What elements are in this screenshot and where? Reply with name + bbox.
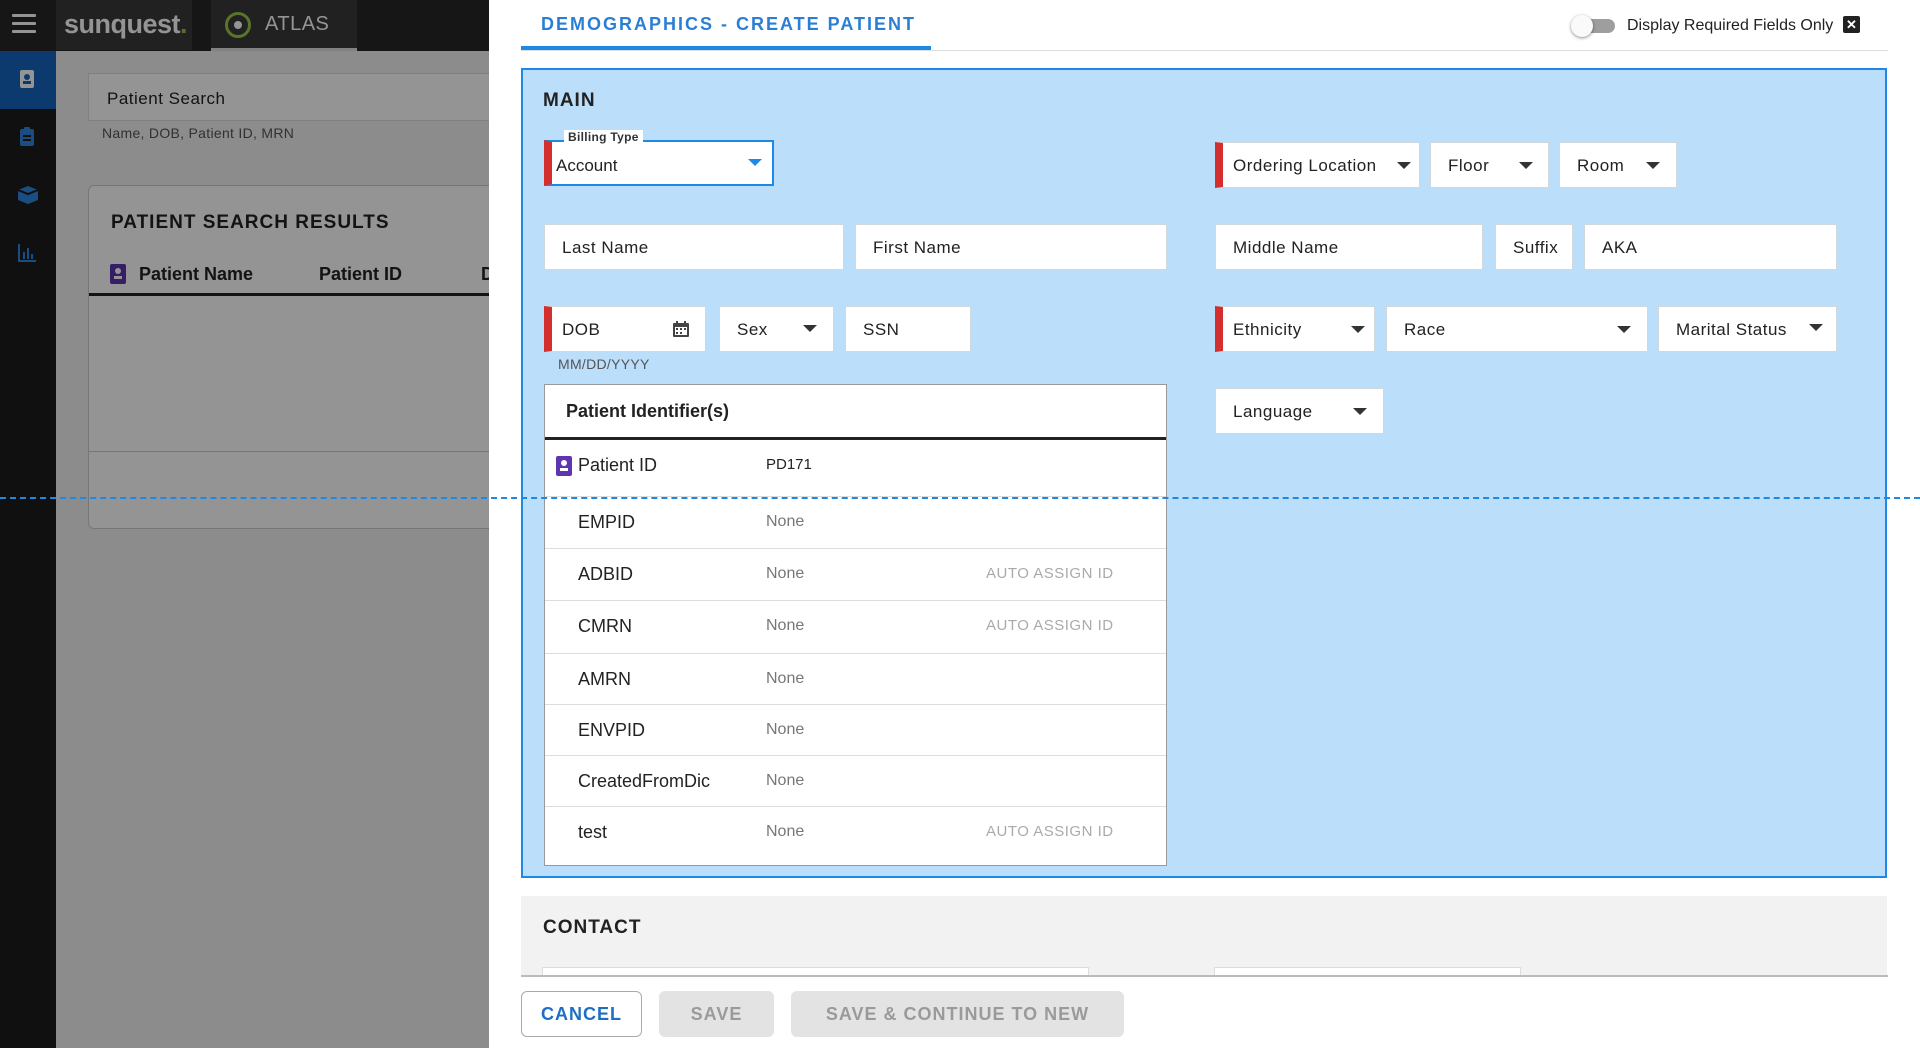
table-row[interactable]: EMPID None xyxy=(545,497,1166,549)
aka-input[interactable]: AKA xyxy=(1584,224,1837,270)
auto-assign-id-button[interactable]: AUTO ASSIGN ID xyxy=(986,565,1114,582)
section-title-main: MAIN xyxy=(543,90,596,111)
ordering-location-select[interactable]: Ordering Location xyxy=(1215,142,1420,188)
chevron-down-icon xyxy=(1809,324,1823,331)
close-icon[interactable]: ✕ xyxy=(1843,16,1860,33)
modal-backdrop[interactable] xyxy=(0,0,489,1048)
ssn-input[interactable]: SSN xyxy=(845,306,971,352)
suffix-input[interactable]: Suffix xyxy=(1495,224,1573,270)
chevron-down-icon xyxy=(1397,162,1411,169)
table-row[interactable]: ADBID None AUTO ASSIGN ID xyxy=(545,549,1166,601)
chevron-down-icon xyxy=(1351,326,1365,333)
room-select[interactable]: Room xyxy=(1559,142,1677,188)
table-row[interactable]: Patient ID PD171 xyxy=(545,440,1166,497)
section-title-contact: CONTACT xyxy=(543,917,642,938)
toggle-knob xyxy=(1571,15,1593,37)
chevron-down-icon xyxy=(1519,162,1533,169)
modal-footer: CANCEL SAVE SAVE & CONTINUE TO NEW ORDER xyxy=(489,977,1920,1048)
tab-demographics-label: DEMOGRAPHICS - CREATE PATIENT xyxy=(541,14,917,34)
last-name-input[interactable]: Last Name xyxy=(544,224,844,270)
chevron-down-icon xyxy=(748,159,762,166)
auto-assign-id-button[interactable]: AUTO ASSIGN ID xyxy=(986,617,1114,634)
background-app: sunquest. ATLAS Patient Search Name, DOB… xyxy=(0,0,489,1048)
marital-status-select[interactable]: Marital Status xyxy=(1658,306,1837,352)
first-name-input[interactable]: First Name xyxy=(855,224,1167,270)
dob-input[interactable]: DOB xyxy=(544,306,706,352)
table-row[interactable]: test None AUTO ASSIGN ID xyxy=(545,807,1166,865)
tab-divider xyxy=(521,50,1888,51)
chevron-down-icon xyxy=(803,325,817,332)
cancel-button[interactable]: CANCEL xyxy=(521,991,642,1037)
required-fields-toggle[interactable] xyxy=(1571,15,1617,37)
table-row[interactable]: AMRN None xyxy=(545,654,1166,705)
table-row[interactable]: ENVPID None xyxy=(545,705,1166,756)
table-row[interactable]: CreatedFromDic None xyxy=(545,756,1166,807)
toggle-label: Display Required Fields Only xyxy=(1627,17,1834,34)
billing-type-select[interactable]: Billing Type Account xyxy=(544,130,774,186)
middle-name-input[interactable]: Middle Name xyxy=(1215,224,1483,270)
create-patient-modal: DEMOGRAPHICS - CREATE PATIENT Display Re… xyxy=(489,0,1920,1048)
auto-assign-id-button[interactable]: AUTO ASSIGN ID xyxy=(986,823,1114,840)
chevron-down-icon xyxy=(1646,162,1660,169)
patient-identifiers-table: Patient Identifier(s) Patient ID PD171 E… xyxy=(544,384,1167,866)
identifier-name: Patient ID xyxy=(578,455,658,475)
billing-type-label: Billing Type xyxy=(564,130,643,144)
dob-format-hint: MM/DD/YYYY xyxy=(558,356,650,372)
identifiers-header: Patient Identifier(s) xyxy=(545,385,1166,440)
table-row[interactable]: CMRN None AUTO ASSIGN ID xyxy=(545,601,1166,654)
save-button[interactable]: SAVE xyxy=(659,991,774,1037)
patient-badge-icon xyxy=(556,456,572,476)
sex-select[interactable]: Sex xyxy=(719,306,834,352)
chevron-down-icon xyxy=(1617,326,1631,333)
calendar-icon[interactable] xyxy=(672,320,690,338)
billing-type-value: Account xyxy=(556,156,618,175)
main-section: MAIN Billing Type Account Ordering Locat… xyxy=(521,68,1887,878)
language-select[interactable]: Language xyxy=(1215,388,1384,434)
save-continue-button[interactable]: SAVE & CONTINUE TO NEW ORDER xyxy=(791,991,1124,1037)
race-select[interactable]: Race xyxy=(1386,306,1648,352)
ethnicity-select[interactable]: Ethnicity xyxy=(1215,306,1375,352)
identifier-value[interactable]: PD171 xyxy=(766,456,812,473)
fold-guide-line xyxy=(0,497,1920,499)
floor-select[interactable]: Floor xyxy=(1430,142,1549,188)
chevron-down-icon xyxy=(1353,408,1367,415)
tab-demographics[interactable]: DEMOGRAPHICS - CREATE PATIENT xyxy=(521,0,931,50)
identifiers-title: Patient Identifier(s) xyxy=(566,401,730,421)
